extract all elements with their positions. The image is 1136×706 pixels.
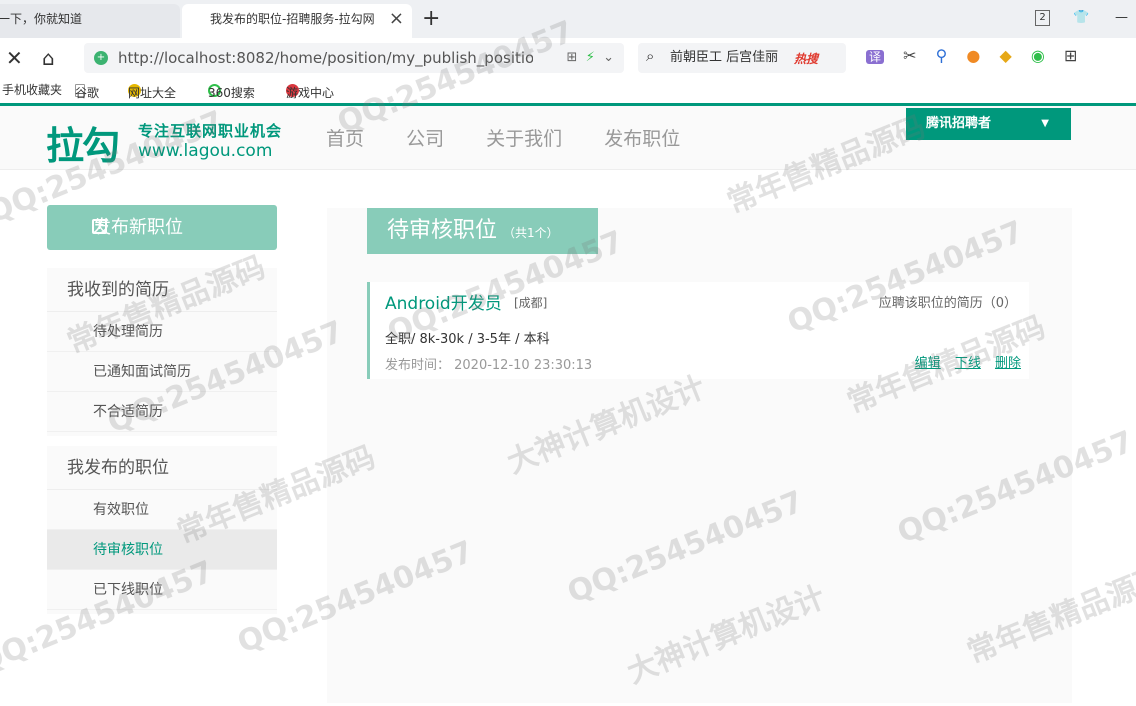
job-card: Android开发员 [成都] 应聘该职位的简历（0） 全职/ 8k-30k /… [367, 282, 1029, 379]
lagou-page: 拉勾 专注互联网职业机会 www.lagou.com 首页 公司 关于我们 发布… [0, 103, 1136, 706]
chevron-down-icon[interactable]: ⌄ [603, 50, 614, 65]
tab-count-badge[interactable]: 2 [1035, 10, 1050, 26]
nav-company[interactable]: 公司 [406, 128, 444, 150]
browser-tab-bar: 一下，你就知道 我发布的职位-招聘服务-拉勾网 × + 2 👕 — [0, 0, 1136, 38]
nav-home[interactable]: 首页 [326, 128, 364, 150]
wechat-icon[interactable]: ◉ [1031, 46, 1045, 65]
delete-link[interactable]: 删除 [995, 356, 1021, 371]
shield-coin-icon[interactable]: ◆ [999, 46, 1011, 65]
new-tab-icon[interactable]: + [422, 6, 440, 31]
job-actions: 编辑 下线 删除 [905, 352, 1021, 371]
job-meta: 全职/ 8k-30k / 3-5年 / 本科 [385, 332, 550, 347]
grid-menu-icon[interactable]: ⊞ [1064, 46, 1077, 65]
user-name: 腾讯招聘者 [926, 116, 992, 131]
sidebar-group-positions: 我发布的职位 有效职位 待审核职位 已下线职位 [47, 446, 277, 614]
sidebar-item-active-positions[interactable]: 有效职位 [47, 490, 277, 530]
main-content: 待审核职位 （共1个） Android开发员 [成都] 应聘该职位的简历（0） 全… [327, 208, 1072, 703]
sidebar-group-resumes: 我收到的简历 待处理简历 已通知面试简历 不合适简历 [47, 268, 277, 436]
hot-search-badge[interactable]: 热搜 [794, 50, 818, 67]
bookmarks-bar: 手机收藏夹 谷歌 网址大全 360搜索 游戏中心 [0, 78, 1136, 102]
search-input[interactable]: ⌕ 前朝臣工 后宫佳丽 热搜 [638, 43, 846, 73]
browser-tab-active[interactable]: 我发布的职位-招聘服务-拉勾网 × [182, 4, 412, 38]
edit-link[interactable]: 编辑 [915, 356, 941, 371]
publish-new-position-button[interactable]: + 发布新职位 [47, 205, 277, 250]
home-icon[interactable]: ⌂ [42, 46, 55, 70]
search-text[interactable]: 前朝臣工 后宫佳丽 [670, 43, 778, 73]
translate-icon[interactable]: 译 [866, 50, 885, 64]
scissors-icon[interactable]: ✂ [903, 46, 916, 65]
address-bar-row: ✕ ⌂ + http://localhost:8082/home/positio… [0, 38, 1136, 78]
content-tab-title: 待审核职位 （共1个） [367, 208, 598, 254]
url-text[interactable]: http://localhost:8082/home/position/my_p… [118, 43, 533, 73]
search-icon: ⌕ [646, 47, 655, 65]
job-resume-count[interactable]: 应聘该职位的简历（0） [879, 292, 1017, 311]
sidebar-group-title: 我发布的职位 [47, 446, 277, 490]
game-icon[interactable]: ● [966, 46, 980, 65]
url-action-icons[interactable]: ⊞ ⚡ ⌄ [567, 43, 614, 73]
page-title: 待审核职位 [387, 218, 498, 243]
close-icon[interactable]: ✕ [6, 46, 23, 70]
sidebar-group-title: 我收到的简历 [47, 268, 277, 312]
sidebar-item-rejected-resumes[interactable]: 不合适简历 [47, 392, 277, 432]
site-header: 拉勾 专注互联网职业机会 www.lagou.com 首页 公司 关于我们 发布… [0, 106, 1136, 170]
toolbar-icons: 译 ✂ ⚲ ● ◆ ◉ ⊞ [866, 46, 1091, 65]
logo-url: www.lagou.com [138, 141, 273, 161]
url-input[interactable]: + http://localhost:8082/home/position/my… [84, 43, 624, 73]
bookmark-mobile[interactable]: 手机收藏夹 [2, 81, 62, 98]
nav-about[interactable]: 关于我们 [486, 128, 562, 150]
job-publish-time: 发布时间： 2020-12-10 23:30:13 [385, 358, 593, 373]
security-shield-icon: + [94, 51, 108, 65]
sidebar-item-pending-positions[interactable]: 待审核职位 [47, 530, 277, 570]
nav-publish[interactable]: 发布职位 [604, 128, 680, 150]
lightning-icon[interactable]: ⚡ [586, 50, 595, 65]
main-nav: 首页 公司 关于我们 发布职位 [326, 124, 716, 151]
plus-icon: + [92, 219, 107, 234]
sidebar-item-pending-resumes[interactable]: 待处理简历 [47, 312, 277, 352]
caret-down-icon: ▼ [1041, 118, 1049, 129]
minimize-icon[interactable]: — [1115, 10, 1128, 25]
tab-title: 一下，你就知道 [0, 12, 83, 26]
close-tab-icon[interactable]: × [389, 4, 404, 34]
browser-tab-baidu[interactable]: 一下，你就知道 [0, 4, 180, 38]
job-city: [成都] [514, 296, 548, 310]
logo-tagline: 专注互联网职业机会 [138, 122, 283, 140]
logo-mark[interactable]: 拉勾 [46, 115, 120, 170]
sidebar-item-offline-positions[interactable]: 已下线职位 [47, 570, 277, 610]
position-count: （共1个） [503, 226, 559, 240]
offline-link[interactable]: 下线 [955, 356, 981, 371]
job-title-link[interactable]: Android开发员 [385, 289, 502, 314]
user-dropdown[interactable]: 腾讯招聘者 ▼ [906, 108, 1071, 140]
skin-icon[interactable]: 👕 [1073, 10, 1089, 25]
sidebar-item-interview-resumes[interactable]: 已通知面试简历 [47, 352, 277, 392]
magnifier-icon[interactable]: ⚲ [936, 46, 948, 65]
tab-title: 我发布的职位-招聘服务-拉勾网 [210, 12, 375, 26]
